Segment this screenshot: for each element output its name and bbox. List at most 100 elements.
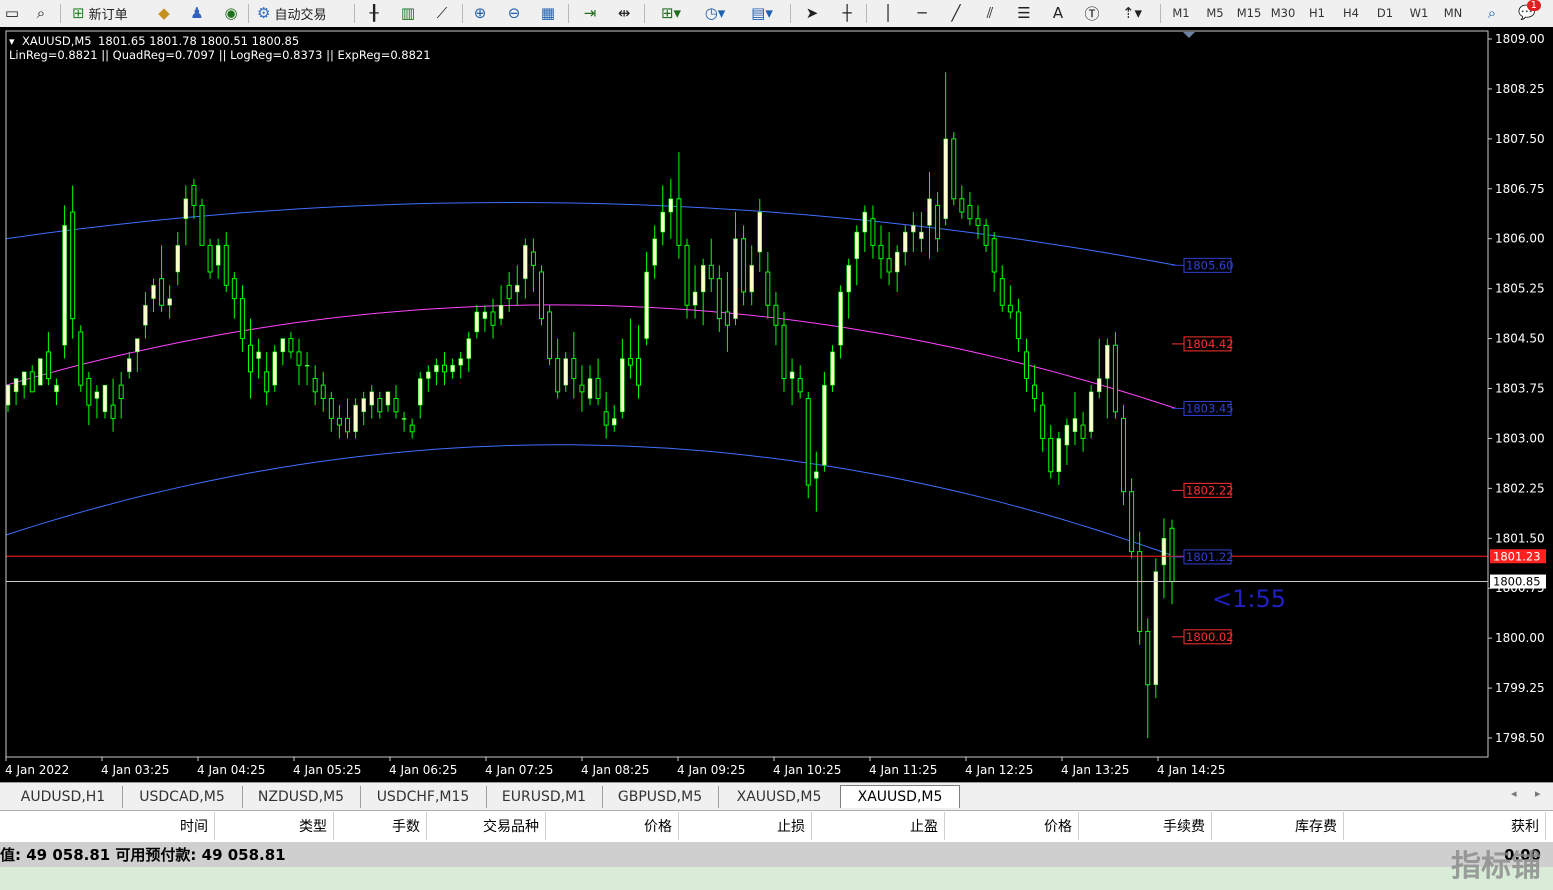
chart-shift-icon[interactable]: ⇹	[612, 2, 636, 24]
candle-body	[1056, 438, 1062, 472]
column-header[interactable]: 类型	[215, 812, 334, 840]
candle-body	[603, 411, 609, 426]
tab-nzdusd-m5[interactable]: NZDUSD,M5	[242, 786, 361, 808]
candle-body	[239, 298, 245, 340]
auto-scroll-icon[interactable]: ⇥	[578, 2, 602, 24]
candle-body	[393, 397, 399, 413]
candlestick-icon[interactable]: ▥	[396, 2, 420, 24]
zoom-out-icon[interactable]: ⊖	[502, 2, 526, 24]
candle-body	[684, 244, 690, 306]
candle-body	[223, 244, 229, 286]
bar-chart-icon[interactable]: ╂	[362, 2, 386, 24]
timeframe-d1-button[interactable]: D1	[1370, 2, 1400, 24]
tab-gbpusd-m5[interactable]: GBPUSD,M5	[602, 786, 719, 808]
tab-scroll-right-icon[interactable]: ▸	[1535, 787, 1541, 800]
arrows-icon[interactable]: ⇡▾	[1114, 2, 1150, 24]
candle-body	[830, 351, 835, 386]
profiles-icon[interactable]: ⌕	[29, 2, 53, 24]
timeframe-m15-button[interactable]: M15	[1234, 2, 1264, 24]
candle-body	[700, 265, 706, 293]
templates-icon[interactable]: ▤▾	[744, 2, 780, 24]
equidistant-channel-icon[interactable]: ⫽	[978, 2, 1002, 24]
tab-audusd-h1[interactable]: AUDUSD,H1	[4, 786, 123, 808]
navigator-icon[interactable]: ♟	[185, 2, 209, 24]
timeframe-h1-button[interactable]: H1	[1302, 2, 1332, 24]
candle-body	[1040, 404, 1046, 439]
balance-text: 值: 49 058.81 可用预付款: 49 058.81	[0, 846, 286, 864]
candle-body	[1015, 311, 1021, 340]
tab-eurusd-m1[interactable]: EURUSD,M1	[486, 786, 603, 808]
column-header[interactable]: 手续费	[1079, 812, 1212, 840]
channel-level-label: 1804.42	[1186, 337, 1234, 351]
candle-body	[773, 304, 779, 326]
candle-body	[878, 244, 884, 260]
shift-marker-icon[interactable]	[1183, 32, 1195, 38]
candle-body	[231, 278, 237, 300]
price-axis-label: 1803.00	[1495, 431, 1545, 445]
cursor-icon[interactable]: ➤	[800, 2, 824, 24]
vertical-line-icon[interactable]: │	[876, 2, 900, 24]
timeframe-w1-button[interactable]: W1	[1404, 2, 1434, 24]
zoom-in-icon[interactable]: ⊕	[468, 2, 492, 24]
column-header[interactable]: 时间	[0, 812, 215, 840]
candle-body	[1121, 417, 1126, 493]
candle-body	[54, 384, 59, 393]
market-watch-icon[interactable]: ◆	[152, 2, 176, 24]
tab-usdcad-m5[interactable]: USDCAD,M5	[122, 786, 243, 808]
signals-icon[interactable]: ◉	[219, 2, 243, 24]
trendline-icon[interactable]: ╱	[944, 2, 968, 24]
auto-trading-button[interactable]: ⚙ 自动交易	[253, 2, 330, 24]
horizontal-line-icon[interactable]: ─	[910, 2, 934, 24]
timeframe-m30-button[interactable]: M30	[1268, 2, 1298, 24]
time-axis-label: 4 Jan 2022	[5, 763, 69, 777]
candle-body	[434, 364, 439, 373]
candle-body	[207, 244, 213, 273]
indicators-icon[interactable]: ⊞▾	[653, 2, 689, 24]
candle-body	[547, 311, 553, 360]
column-header[interactable]: 止盈	[812, 812, 945, 840]
candle-body	[498, 305, 504, 319]
price-axis-label: 1808.25	[1495, 82, 1545, 96]
notification-icon[interactable]: 💬 1	[1515, 0, 1541, 24]
crosshair-icon[interactable]: ┼	[835, 2, 859, 24]
candle-body	[636, 358, 641, 386]
candle-body	[183, 198, 189, 219]
candle-body	[215, 245, 221, 266]
new-order-label: 新订单	[88, 7, 128, 23]
tab-usdchf-m15[interactable]: USDCHF,M15	[360, 786, 487, 808]
column-header[interactable]: 手数	[334, 812, 427, 840]
new-chart-icon[interactable]: ▭	[0, 2, 24, 24]
search-icon[interactable]: ⌕	[1480, 2, 1504, 24]
chart-collapse-icon[interactable]: ▾	[9, 35, 15, 48]
fibonacci-icon[interactable]: ☰	[1012, 2, 1036, 24]
price-chart[interactable]: 1809.00 1808.25 1807.50 1806.75 1806.00 1805.…	[0, 27, 1553, 782]
text-label-icon[interactable]: Ⓣ	[1080, 2, 1104, 24]
timeframe-mn-button[interactable]: MN	[1438, 2, 1468, 24]
column-header[interactable]: 价格	[945, 812, 1079, 840]
time-axis-label: 4 Jan 14:25	[1157, 763, 1225, 777]
tile-windows-icon[interactable]: ▦	[536, 2, 560, 24]
column-header[interactable]: 价格	[546, 812, 679, 840]
chart-window[interactable]: 1809.00 1808.25 1807.50 1806.75 1806.00 1805.…	[0, 27, 1553, 782]
column-header[interactable]: 获利	[1344, 812, 1546, 840]
tab-xauusd-m5[interactable]: XAUUSD,M5	[718, 786, 841, 808]
toolbar-separator	[790, 4, 791, 23]
line-chart-icon[interactable]: ⟋	[430, 2, 454, 24]
candle-body	[805, 397, 811, 486]
column-header[interactable]: 交易品种	[427, 812, 546, 840]
price-axis-label: 1807.50	[1495, 132, 1545, 146]
periods-icon[interactable]: ◷▾	[697, 2, 733, 24]
candle-body	[1072, 418, 1078, 433]
tab-scroll-left-icon[interactable]: ◂	[1511, 787, 1517, 800]
text-icon[interactable]: A	[1046, 2, 1070, 24]
column-header[interactable]: 库存费	[1212, 812, 1344, 840]
column-header[interactable]: 止损	[679, 812, 812, 840]
candle-body	[167, 298, 172, 306]
candle-body	[927, 198, 932, 226]
new-order-button[interactable]: ⊞ 新订单	[68, 2, 132, 24]
candle-body	[345, 417, 350, 433]
timeframe-m5-button[interactable]: M5	[1200, 2, 1230, 24]
timeframe-h4-button[interactable]: H4	[1336, 2, 1366, 24]
timeframe-m1-button[interactable]: M1	[1166, 2, 1196, 24]
tab-xauusd-m5[interactable]: XAUUSD,M5	[840, 785, 960, 808]
